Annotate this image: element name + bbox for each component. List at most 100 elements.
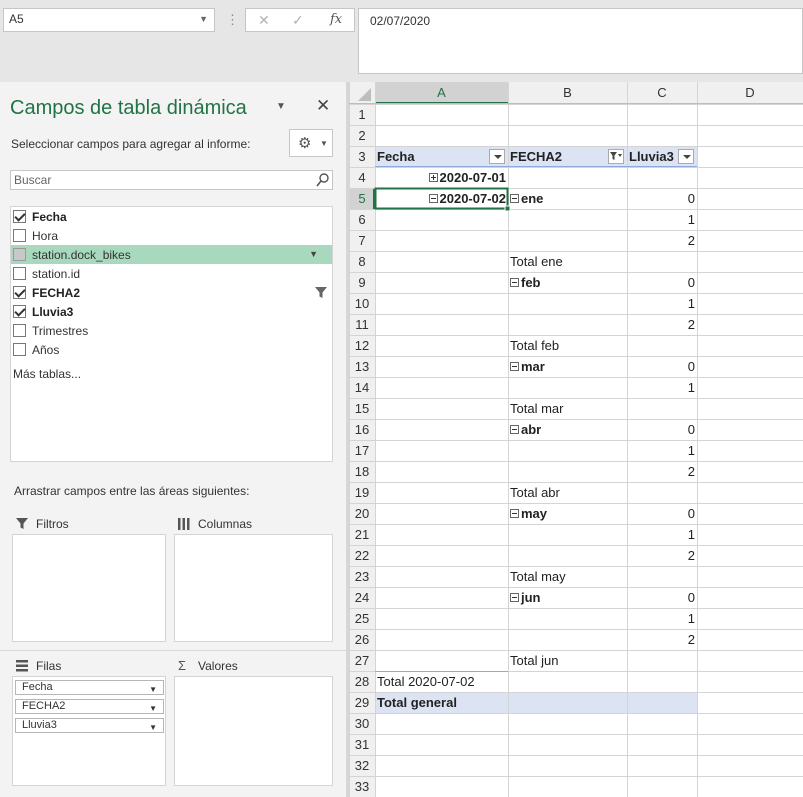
field-checkbox[interactable]: [13, 343, 26, 356]
row-header-13[interactable]: 13: [349, 356, 375, 377]
field-item[interactable]: Hora: [11, 226, 332, 245]
field-item[interactable]: Lluvia3: [11, 302, 332, 321]
row-header-29[interactable]: 29: [349, 692, 375, 713]
cell-a4[interactable]: 2020-07-01: [377, 167, 506, 188]
field-checkbox[interactable]: [13, 248, 26, 261]
row-header-28[interactable]: 28: [349, 671, 375, 692]
cell-b27[interactable]: Total jun: [510, 650, 625, 671]
chevron-down-icon[interactable]: ▼: [149, 683, 157, 696]
field-item[interactable]: Trimestres: [11, 321, 332, 340]
row-header-6[interactable]: 6: [349, 209, 375, 230]
column-header-d[interactable]: D: [697, 82, 803, 104]
collapse-icon[interactable]: [510, 194, 519, 204]
chevron-down-icon[interactable]: ▼: [309, 249, 318, 259]
row-header-9[interactable]: 9: [349, 272, 375, 293]
row-header-4[interactable]: 4: [349, 167, 375, 188]
cell-c18[interactable]: 2: [629, 461, 695, 482]
more-tables-link[interactable]: Más tablas...: [13, 367, 81, 381]
field-checkbox[interactable]: [13, 286, 26, 299]
more-options-icon[interactable]: ⋮: [226, 10, 239, 30]
row-field-pill[interactable]: Fecha ▼: [15, 680, 164, 695]
row-header-26[interactable]: 26: [349, 629, 375, 650]
field-checkbox[interactable]: [13, 324, 26, 337]
cell-b19[interactable]: Total abr: [510, 482, 625, 503]
cell-b12[interactable]: Total feb: [510, 335, 625, 356]
row-header-11[interactable]: 11: [349, 314, 375, 335]
cell-c9[interactable]: 0: [629, 272, 695, 293]
formula-input[interactable]: 02/07/2020: [358, 8, 803, 74]
row-header-32[interactable]: 32: [349, 755, 375, 776]
filters-drop-area[interactable]: [12, 534, 166, 642]
cell-c6[interactable]: 1: [629, 209, 695, 230]
row-header-3[interactable]: 3: [349, 146, 375, 167]
cell-b15[interactable]: Total mar: [510, 398, 625, 419]
search-icon[interactable]: [316, 172, 330, 188]
row-header-8[interactable]: 8: [349, 251, 375, 272]
cell-a29[interactable]: Total general: [377, 692, 506, 713]
name-box[interactable]: A5 ▼: [3, 8, 215, 32]
tools-button[interactable]: ⚙ ▼: [289, 129, 333, 157]
collapse-icon[interactable]: [510, 593, 519, 603]
field-item[interactable]: Fecha: [11, 207, 332, 226]
cell-b8[interactable]: Total ene: [510, 251, 625, 272]
field-checkbox[interactable]: [13, 210, 26, 223]
chevron-down-icon[interactable]: ▼: [149, 702, 157, 715]
field-checkbox[interactable]: [13, 267, 26, 280]
row-header-10[interactable]: 10: [349, 293, 375, 314]
row-field-pill[interactable]: FECHA2 ▼: [15, 699, 164, 714]
close-icon[interactable]: ✕: [316, 96, 330, 116]
cell-c24[interactable]: 0: [629, 587, 695, 608]
cell-c5[interactable]: 0: [629, 188, 695, 209]
cell-b9[interactable]: feb: [510, 272, 625, 293]
worksheet-grid[interactable]: A B C D 1 2 3 Fecha FECHA2 Lluvia3 4 2020-07-01 5 202…: [349, 82, 803, 797]
row-header-1[interactable]: 1: [349, 104, 375, 125]
field-dropdown-button[interactable]: [489, 149, 505, 164]
confirm-icon[interactable]: ✓: [292, 12, 304, 29]
row-header-2[interactable]: 2: [349, 125, 375, 146]
insert-function-icon[interactable]: fx: [330, 12, 342, 27]
cell-c25[interactable]: 1: [629, 608, 695, 629]
cell-c10[interactable]: 1: [629, 293, 695, 314]
collapse-icon[interactable]: [428, 194, 438, 204]
field-checkbox[interactable]: [13, 229, 26, 242]
rows-drop-area[interactable]: Fecha ▼ FECHA2 ▼ Lluvia3 ▼: [12, 676, 166, 786]
filter-active-dropdown-button[interactable]: [608, 149, 624, 164]
chevron-down-icon[interactable]: ▼: [149, 721, 157, 734]
field-dropdown-button[interactable]: [678, 149, 694, 164]
cell-a3[interactable]: Fecha: [377, 146, 506, 167]
cell-c17[interactable]: 1: [629, 440, 695, 461]
row-header-22[interactable]: 22: [349, 545, 375, 566]
collapse-icon[interactable]: [510, 425, 519, 435]
row-header-19[interactable]: 19: [349, 482, 375, 503]
cell-c21[interactable]: 1: [629, 524, 695, 545]
cell-c16[interactable]: 0: [629, 419, 695, 440]
expand-icon[interactable]: [428, 173, 438, 183]
row-header-21[interactable]: 21: [349, 524, 375, 545]
row-header-15[interactable]: 15: [349, 398, 375, 419]
row-header-33[interactable]: 33: [349, 776, 375, 797]
column-header-b[interactable]: B: [508, 82, 627, 104]
cell-c26[interactable]: 2: [629, 629, 695, 650]
cell-c20[interactable]: 0: [629, 503, 695, 524]
row-header-7[interactable]: 7: [349, 230, 375, 251]
area-splitter[interactable]: [0, 650, 346, 651]
row-header-5[interactable]: 5: [349, 188, 375, 209]
column-header-c[interactable]: C: [627, 82, 697, 104]
pane-options-chevron-icon[interactable]: ▼: [276, 101, 286, 112]
field-item[interactable]: station.id: [11, 264, 332, 283]
row-header-17[interactable]: 17: [349, 440, 375, 461]
row-header-31[interactable]: 31: [349, 734, 375, 755]
cell-c13[interactable]: 0: [629, 356, 695, 377]
cancel-icon[interactable]: ✕: [258, 12, 270, 29]
columns-drop-area[interactable]: [174, 534, 333, 642]
chevron-down-icon[interactable]: ▼: [199, 14, 208, 24]
search-input[interactable]: [10, 170, 333, 190]
field-item[interactable]: FECHA2: [11, 283, 332, 302]
values-drop-area[interactable]: [174, 676, 333, 786]
row-header-18[interactable]: 18: [349, 461, 375, 482]
field-checkbox[interactable]: [13, 305, 26, 318]
row-header-27[interactable]: 27: [349, 650, 375, 671]
cell-c7[interactable]: 2: [629, 230, 695, 251]
row-header-24[interactable]: 24: [349, 587, 375, 608]
cell-b5[interactable]: ene: [510, 188, 625, 209]
